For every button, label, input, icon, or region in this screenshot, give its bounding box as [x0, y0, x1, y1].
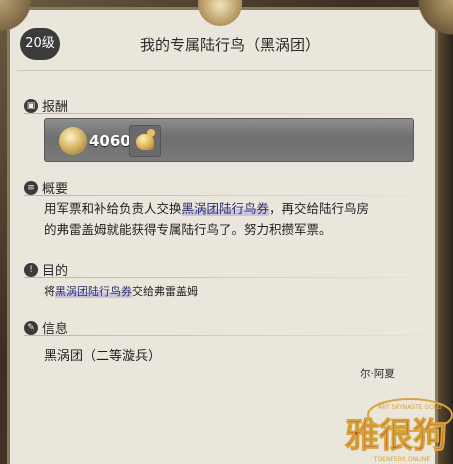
item-link[interactable]: 黑涡团陆行鸟券 [55, 285, 132, 298]
company-seal-icon[interactable] [59, 127, 87, 155]
exclamation-icon: ! [24, 262, 38, 277]
objective-text-part: 将 [44, 285, 55, 298]
summary-text-part: 用军票和补给负责人交换 [44, 201, 182, 216]
npc-name: 尔·阿夏 [360, 368, 395, 380]
reward-icon: ▣ [24, 98, 38, 113]
quest-title: 我的专属陆行鸟（黑涡团） [139, 36, 320, 54]
chocobo-icon[interactable] [129, 125, 161, 157]
watermark-top-text: ART SKYNASTE GOLD [378, 404, 442, 411]
corner-ornament-right [413, 0, 453, 40]
summary-text-part: ，再交给陆行鸟房 [269, 201, 370, 216]
objective-text: 将黑涡团陆行鸟券交给弗雷盖姆 [44, 283, 198, 299]
watermark-logo: ART SKYNASTE GOLD 雅很狗 TOENFERS ONLINE [345, 398, 453, 463]
title-divider [17, 70, 432, 71]
watermark-bottom-text: TOENFERS ONLINE [373, 456, 431, 463]
watermark-main-text: 雅很狗 [345, 416, 447, 456]
item-link[interactable]: 黑涡团陆行鸟券 [181, 201, 270, 216]
note-icon: ✎ [24, 320, 38, 335]
section-divider [24, 113, 424, 114]
section-divider [24, 195, 424, 196]
summary-line-2: 的弗雷盖姆就能获得专属陆行鸟了。努力积攒军票。 [44, 222, 332, 237]
info-text: 黑涡团（二等漩兵） [44, 349, 162, 364]
seal-amount: 4060 [89, 132, 131, 150]
section-divider [24, 335, 424, 336]
book-icon: ≡ [24, 180, 38, 195]
level-badge: 20级 [20, 28, 60, 60]
section-divider [24, 277, 424, 278]
reward-bar: 4060 [44, 118, 414, 162]
summary-text: 用军票和补给负责人交换黑涡团陆行鸟券，再交给陆行鸟房 的弗雷盖姆就能获得专属陆行… [44, 198, 424, 240]
objective-text-part: 交给弗雷盖姆 [132, 285, 198, 298]
summary-line-1: 用军票和补给负责人交换黑涡团陆行鸟券，再交给陆行鸟房 [44, 198, 424, 219]
